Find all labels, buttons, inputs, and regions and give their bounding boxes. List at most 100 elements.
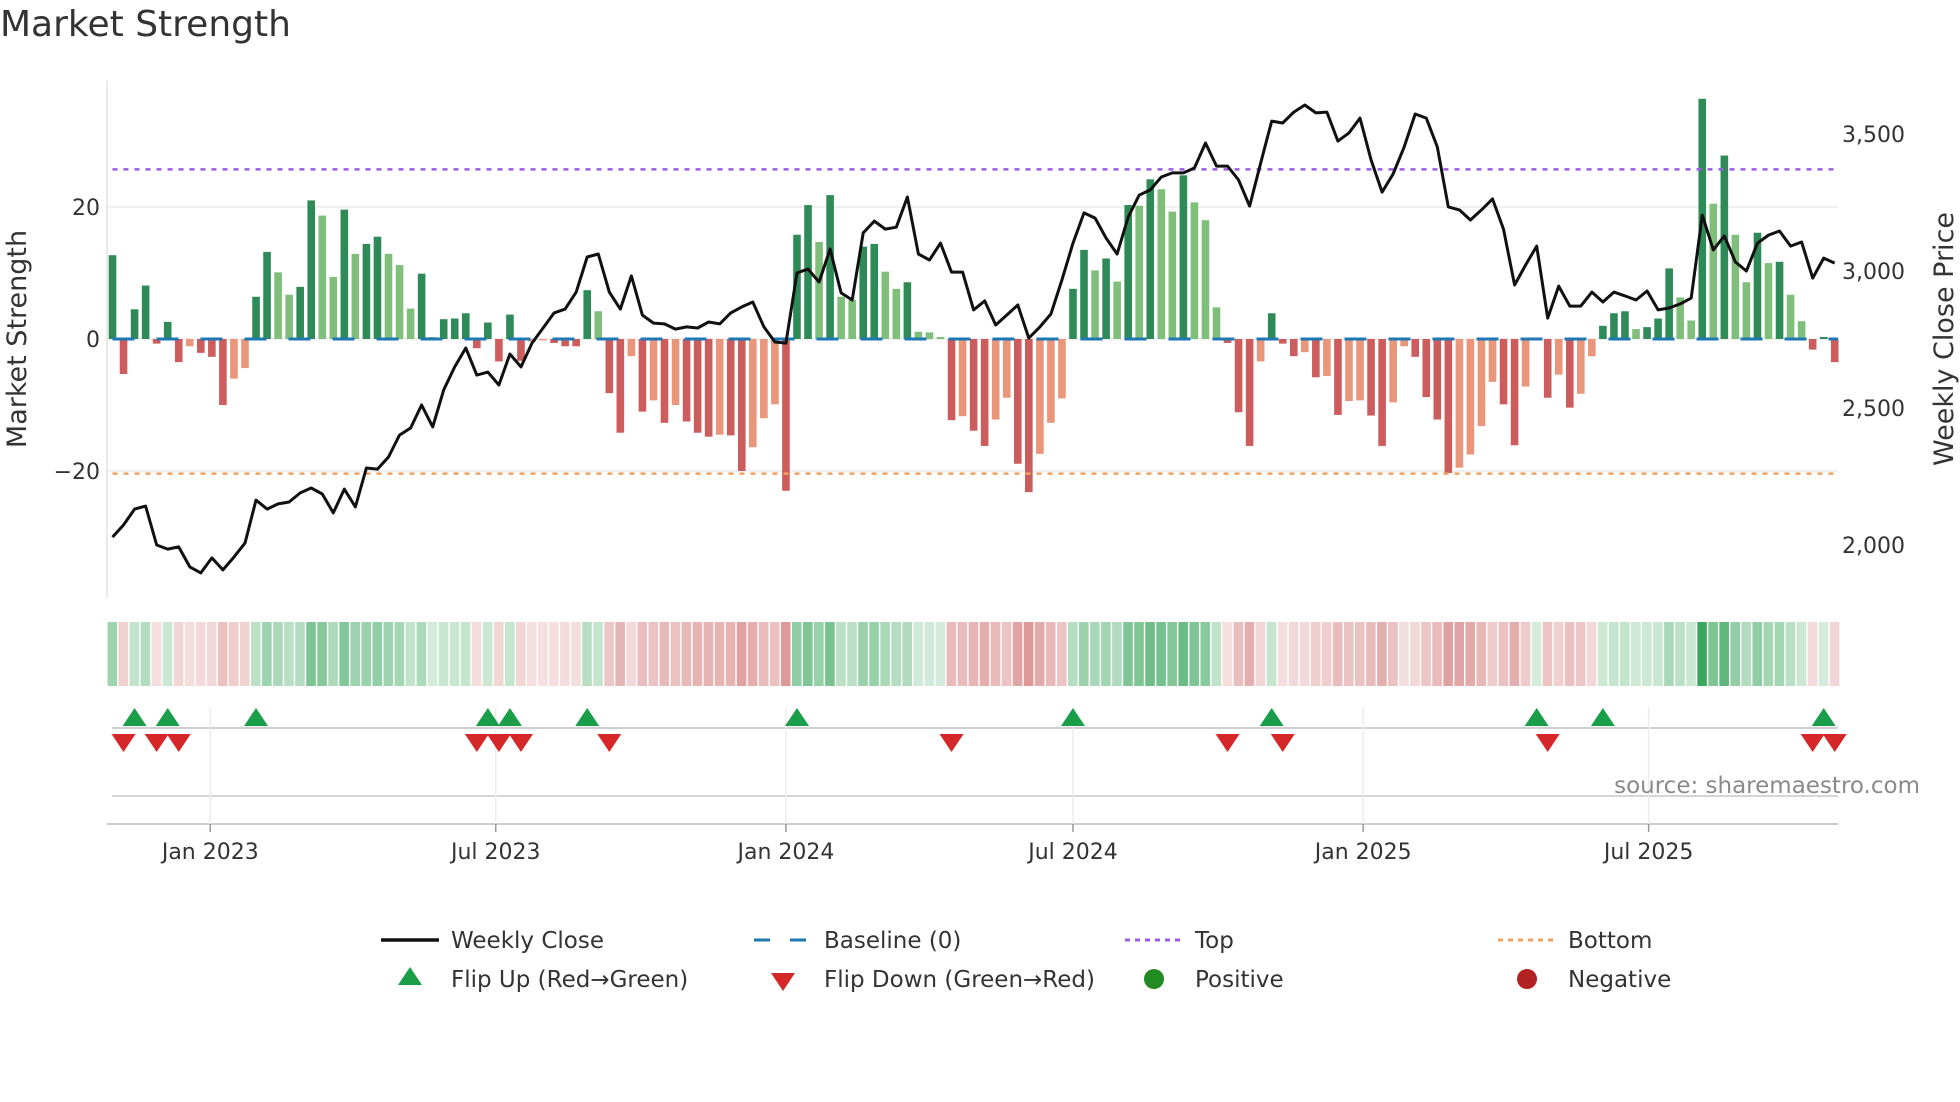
heatmap-cell — [394, 622, 405, 686]
strength-bar — [484, 322, 492, 339]
x-tick-label: Jul 2025 — [1602, 840, 1694, 865]
strength-bar — [1742, 282, 1751, 339]
heatmap-cell — [902, 622, 912, 686]
strength-bar — [1654, 318, 1662, 339]
strength-bar — [1543, 339, 1552, 398]
heatmap-cell — [460, 622, 471, 686]
strength-bar — [130, 309, 139, 339]
strength-bar — [936, 337, 945, 339]
strength-bar — [1411, 339, 1420, 357]
market-strength-chart: 20 0 −20 3,500 3,000 2,500 2,000 Market Strengt… — [2, 81, 1960, 993]
heatmap-cell — [504, 622, 515, 686]
triangle-down-icon — [771, 973, 795, 991]
strength-bar — [1720, 155, 1729, 339]
heatmap-cell — [217, 622, 228, 686]
heatmap-cell — [372, 622, 383, 686]
heatmap-cell — [891, 622, 901, 686]
strength-bar — [307, 200, 316, 339]
heatmap-cell — [239, 622, 250, 686]
strength-bar — [771, 339, 779, 405]
heatmap-cell — [946, 622, 957, 686]
strength-bar — [197, 339, 205, 353]
strength-bar — [1786, 294, 1795, 339]
strength-bar — [318, 215, 327, 339]
strength-bar — [605, 339, 614, 394]
heatmap-cell — [1299, 622, 1310, 686]
strength-bar — [1312, 339, 1320, 378]
heatmap-cell — [803, 622, 813, 686]
flip-up-marker — [122, 708, 147, 726]
strength-bar — [1797, 321, 1806, 339]
strength-bar — [252, 296, 260, 339]
heatmap-cell — [1796, 622, 1807, 686]
strength-bar — [417, 273, 426, 339]
heatmap-cell — [118, 622, 129, 686]
y-tick-label: 20 — [72, 196, 100, 221]
strength-bar — [439, 319, 448, 339]
strength-bar — [517, 339, 525, 361]
legend-label: Weekly Close — [451, 928, 604, 954]
heatmap-cell — [140, 622, 151, 686]
flip-markers — [111, 708, 1847, 752]
strength-bar — [119, 339, 128, 374]
strength-bar — [1521, 339, 1530, 387]
strength-bar — [616, 339, 625, 433]
flip-down-marker — [597, 734, 622, 752]
flip-up-marker — [1811, 708, 1836, 726]
strength-bar — [406, 308, 415, 339]
strength-bar — [1632, 329, 1640, 339]
strength-bar — [1058, 339, 1066, 399]
legend-label: Flip Down (Green→Red) — [824, 967, 1095, 993]
heatmap-cell — [1697, 622, 1707, 686]
heatmap-cell — [1079, 622, 1089, 686]
heatmap-cell — [836, 622, 846, 686]
flip-down-marker — [1215, 734, 1240, 752]
flip-down-marker — [508, 734, 533, 752]
strength-bar — [163, 321, 172, 339]
heatmap-cell — [1763, 622, 1774, 686]
heatmap-cell — [1454, 622, 1464, 686]
heatmap-cell — [1388, 622, 1398, 686]
strength-bar — [1113, 281, 1121, 339]
strength-bar — [715, 339, 724, 435]
strength-bar — [1577, 339, 1585, 394]
heatmap-cell — [1399, 622, 1409, 686]
strength-heatmap-strip — [107, 622, 1840, 686]
legend-item-negative: Negative — [1517, 967, 1671, 993]
flip-down-marker — [166, 734, 191, 752]
strength-bar — [461, 313, 470, 339]
heatmap-cell — [1741, 622, 1752, 686]
heatmap-cell — [1553, 622, 1564, 686]
heatmap-cell — [471, 622, 482, 686]
heatmap-cell — [1410, 622, 1420, 686]
legend-item-positive: Positive — [1144, 967, 1284, 993]
strength-bar — [947, 339, 956, 421]
heatmap-cell — [1112, 622, 1122, 686]
strength-bar — [274, 272, 282, 339]
heatmap-cell — [703, 622, 714, 686]
heatmap-cell — [1156, 622, 1166, 686]
strength-bar — [991, 339, 1000, 420]
heatmap-cell — [1686, 622, 1696, 686]
heatmap-cell — [1432, 622, 1442, 686]
heatmap-cell — [1189, 622, 1200, 686]
strength-bar — [329, 276, 338, 339]
strength-bar — [737, 339, 746, 471]
circle-icon — [1517, 969, 1537, 989]
strength-bar — [1323, 339, 1331, 376]
heatmap-cell — [1564, 622, 1575, 686]
y-tick-label: −20 — [54, 460, 100, 485]
heatmap-cell — [1730, 622, 1740, 686]
strength-bar — [1190, 202, 1199, 339]
heatmap-cell — [1597, 622, 1608, 686]
strength-bar — [1091, 270, 1099, 339]
heatmap-cell — [184, 622, 195, 686]
heatmap-cell — [769, 622, 780, 686]
strength-bar — [450, 318, 459, 339]
strength-bar — [881, 271, 890, 339]
strength-bar — [969, 339, 978, 431]
strength-bar — [704, 339, 713, 437]
heatmap-cell — [692, 622, 703, 686]
strength-bar — [837, 296, 845, 339]
strength-bar — [1665, 268, 1673, 339]
